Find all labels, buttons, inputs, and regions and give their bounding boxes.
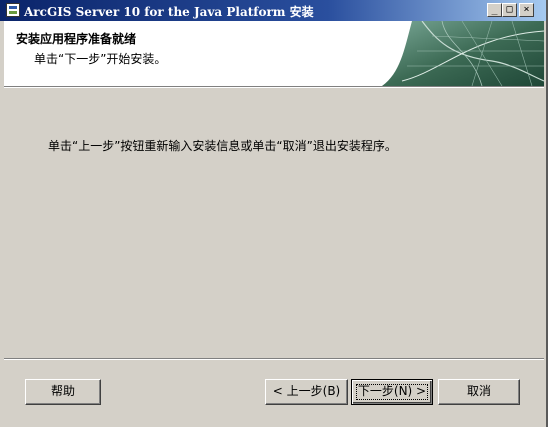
window-title: ArcGIS Server 10 for the Java Platform 安… (24, 5, 314, 19)
cancel-button[interactable]: 取消 (438, 379, 520, 405)
wizard-header: 安装应用程序准备就绪 单击“下一步”开始安装。 (4, 21, 544, 87)
installer-window: ArcGIS Server 10 for the Java Platform 安… (0, 0, 548, 427)
header-title: 安装应用程序准备就绪 (16, 32, 137, 46)
button-area-separator (4, 358, 544, 360)
next-button[interactable]: 下一步(N) > (351, 379, 433, 405)
header-divider (4, 87, 544, 88)
close-button[interactable]: × (519, 3, 534, 17)
header-subtitle: 单击“下一步”开始安装。 (34, 52, 167, 66)
maximize-button[interactable]: □ (502, 3, 517, 17)
back-button[interactable]: < 上一步(B) (265, 379, 348, 405)
focus-indicator (356, 384, 428, 400)
help-button[interactable]: 帮助 (25, 379, 101, 405)
title-bar[interactable]: ArcGIS Server 10 for the Java Platform 安… (0, 0, 546, 21)
installer-app-icon (6, 3, 20, 17)
header-map-graphic (382, 21, 544, 86)
ready-message: 单击“上一步”按钮重新输入安装信息或单击“取消”退出安装程序。 (48, 139, 397, 153)
minimize-button[interactable]: _ (487, 3, 502, 17)
